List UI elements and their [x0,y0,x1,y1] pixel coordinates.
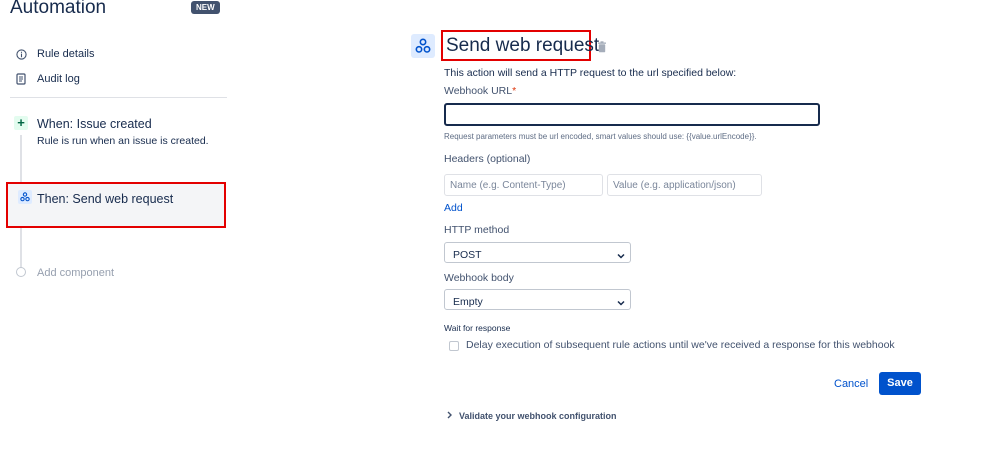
action-step-label: Then: Send web request [37,192,174,206]
trash-icon[interactable] [597,40,607,53]
cancel-button[interactable]: Cancel [834,378,868,390]
app-title: Automation [10,0,107,18]
add-component-link[interactable]: Add component [37,267,114,279]
chevron-down-icon [616,295,626,306]
http-method-select[interactable]: POST [444,242,631,263]
page-title-highlight: Send web request [441,30,599,61]
add-header-link[interactable]: Add [444,202,463,214]
webhook-icon [18,190,32,204]
headers-label: Headers (optional) [444,153,531,165]
page-title: Send web request [446,35,600,56]
chevron-right-icon [446,411,454,421]
action-description: This action will send a HTTP request to … [444,67,737,79]
nav-rule-details-label: Rule details [37,48,95,60]
http-method-label: HTTP method [444,224,510,236]
trigger-subtitle: Rule is run when an issue is created. [37,135,209,147]
webhook-url-input[interactable] [444,103,820,126]
header-value-input[interactable] [607,174,762,196]
add-component-dot [16,267,26,277]
save-button[interactable]: Save [879,372,921,395]
webhook-body-select[interactable]: Empty [444,289,631,310]
webhook-url-help: Request parameters must be url encoded, … [444,132,757,141]
required-mark: * [512,85,517,97]
sidebar: Automation NEW Rule details Audit log + … [0,0,240,449]
webhook-url-label-text: Webhook URL [444,85,513,97]
validate-webhook-label: Validate your webhook configuration [459,411,617,421]
wait-for-response-label: Wait for response [444,323,511,333]
validate-webhook-toggle[interactable]: Validate your webhook configuration [446,411,617,421]
delay-execution-text: Delay execution of subsequent rule actio… [466,339,895,351]
nav-rule-details[interactable]: Rule details [14,47,94,61]
chevron-down-icon [616,248,626,259]
webhook-url-label: Webhook URL* [444,85,516,97]
header-name-input[interactable] [444,174,603,196]
trigger-title[interactable]: When: Issue created [37,117,152,131]
webhook-body-value: Empty [453,296,483,308]
action-step-send-web-request[interactable]: Then: Send web request [6,182,226,228]
webhook-body-label: Webhook body [444,272,514,284]
sidebar-divider [10,97,227,98]
info-icon [14,47,28,61]
webhook-icon [411,34,435,58]
document-icon [14,72,28,86]
http-method-value: POST [453,249,482,261]
new-badge: NEW [191,1,220,14]
delay-execution-checkbox[interactable] [449,341,459,351]
nav-audit-log-label: Audit log [37,73,80,85]
nav-audit-log[interactable]: Audit log [14,72,80,86]
plus-icon: + [14,116,28,130]
